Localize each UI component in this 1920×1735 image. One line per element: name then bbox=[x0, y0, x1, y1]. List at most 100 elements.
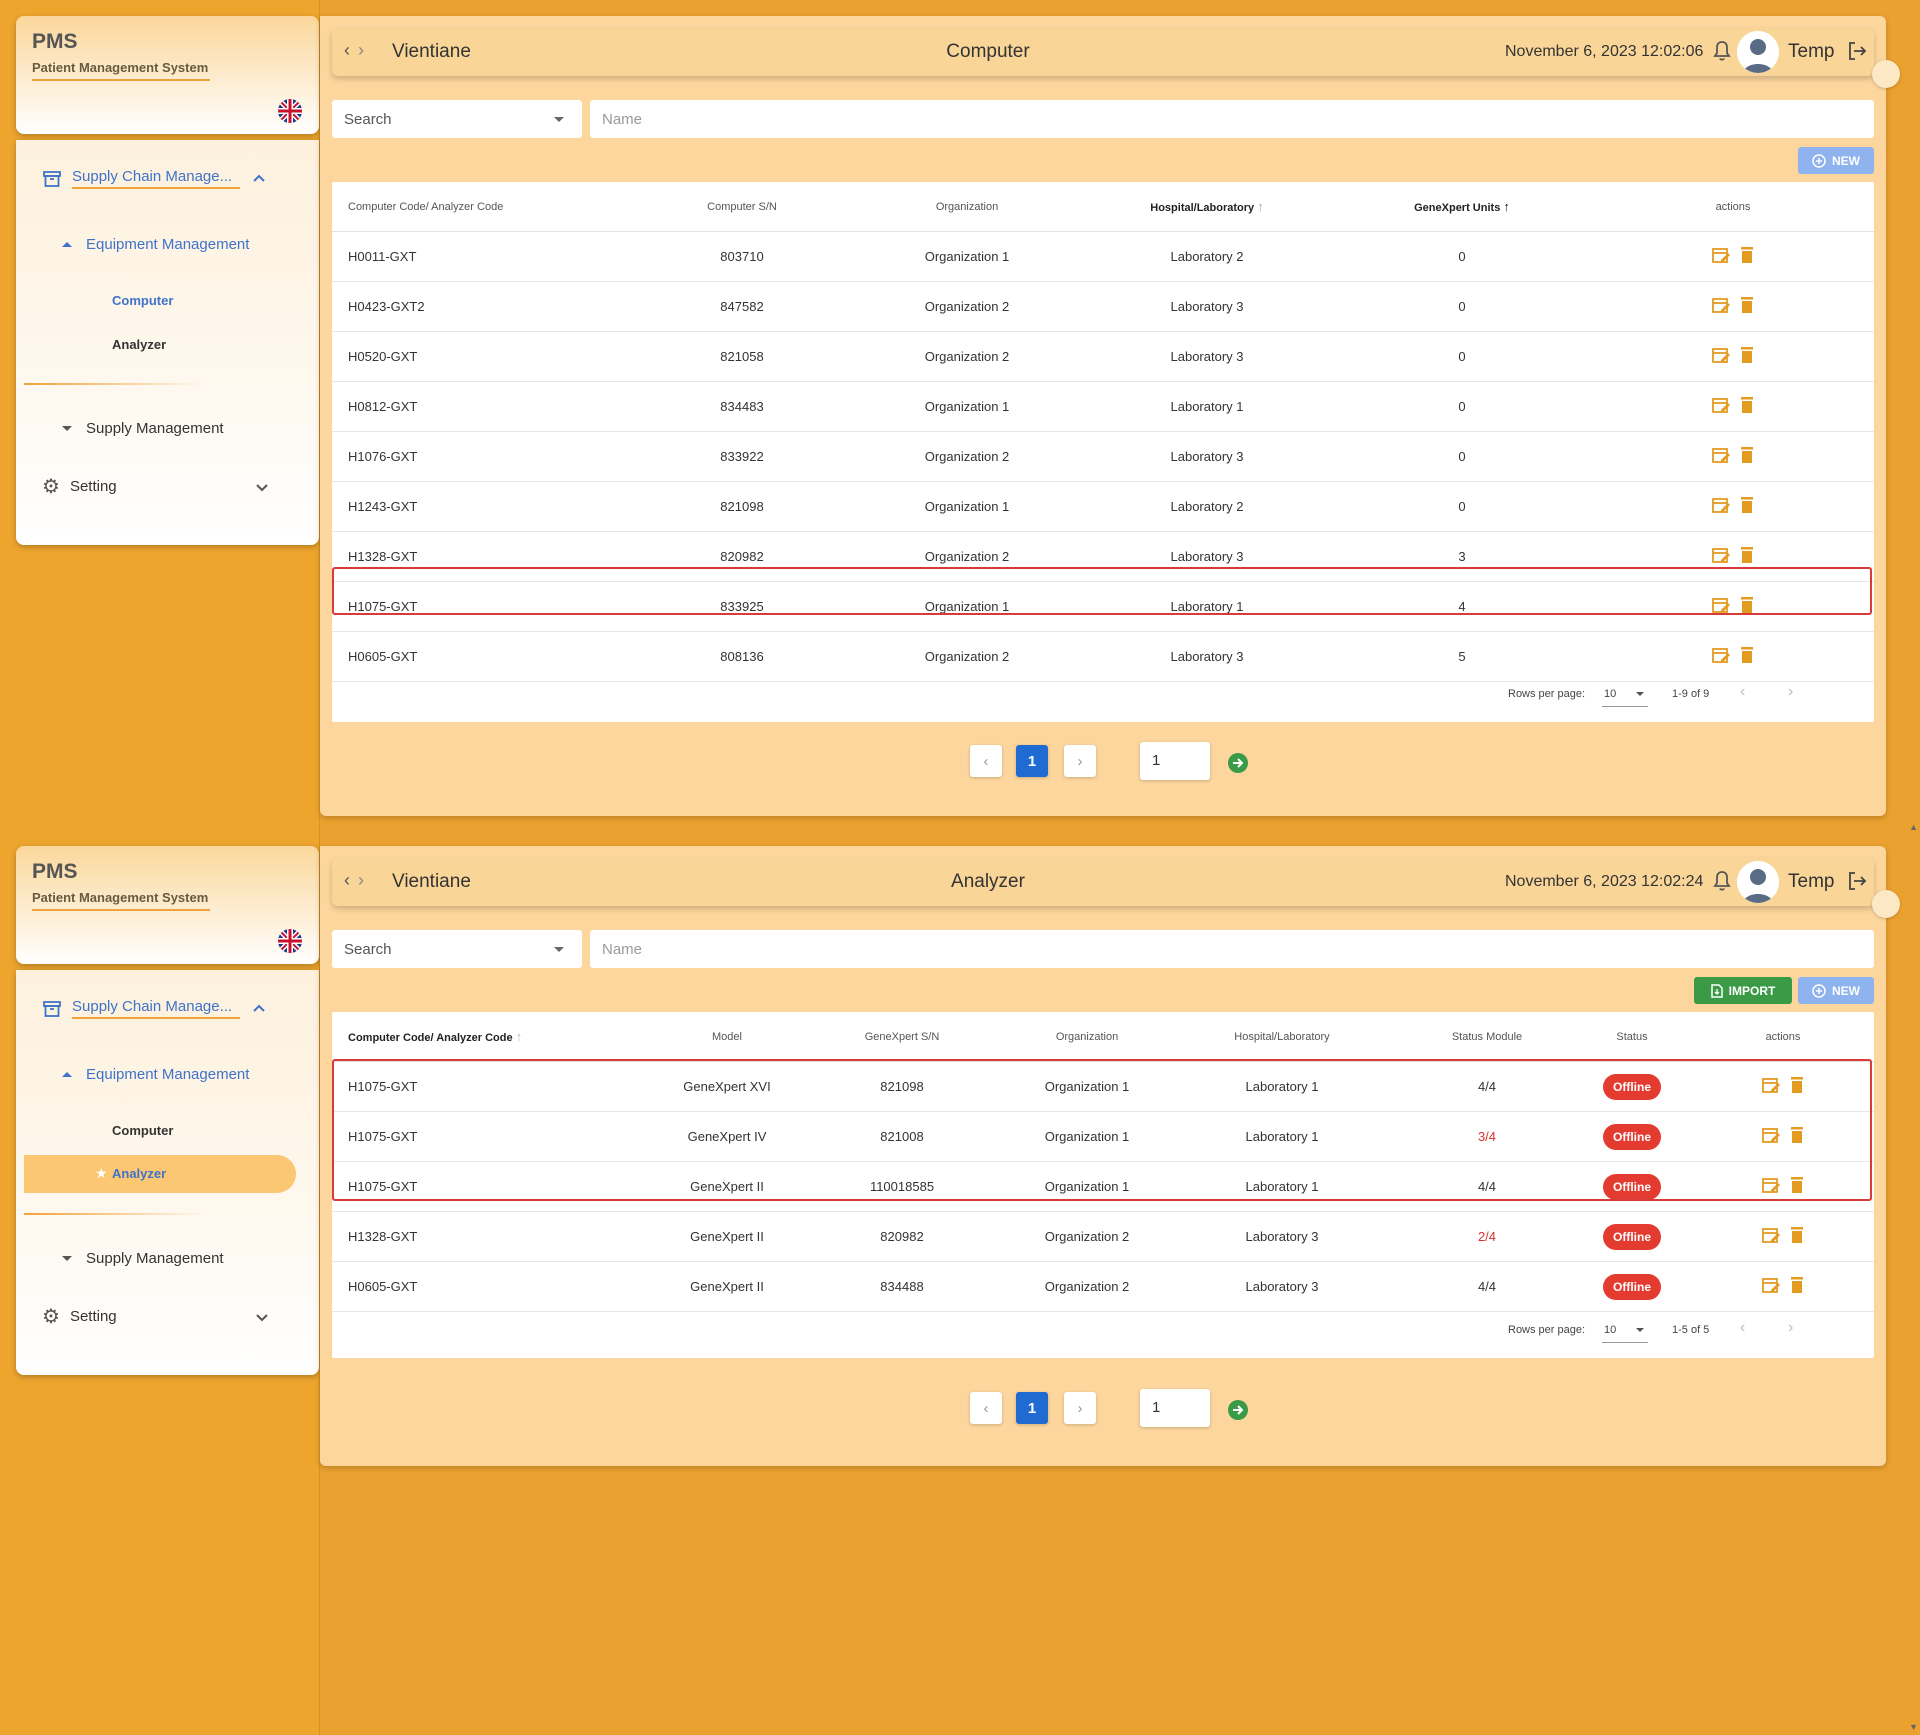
edit-icon[interactable] bbox=[1711, 645, 1731, 668]
trash-icon[interactable] bbox=[1739, 596, 1755, 617]
column-header-sorted[interactable]: Computer Code/ Analyzer Code ↑ bbox=[332, 1012, 662, 1062]
column-header[interactable]: Status Module bbox=[1402, 1012, 1572, 1062]
trash-icon[interactable] bbox=[1739, 396, 1755, 417]
column-header[interactable]: Model bbox=[662, 1012, 792, 1062]
page-jump-input[interactable]: 1 bbox=[1140, 742, 1210, 780]
bell-icon[interactable] bbox=[1712, 40, 1732, 62]
table-row[interactable]: H1075-GXT 833925 Organization 1 Laboratory … bbox=[332, 581, 1874, 632]
table-row[interactable]: H0812-GXT 834483 Organization 1 Laboratory … bbox=[332, 381, 1874, 432]
trash-icon[interactable] bbox=[1789, 1176, 1805, 1197]
sidebar-item-setting[interactable]: ⚙ Setting bbox=[42, 1304, 269, 1329]
import-button[interactable]: IMPORT bbox=[1694, 977, 1792, 1004]
scroll-down-arrow-icon[interactable]: ▼ bbox=[1909, 1722, 1918, 1732]
logout-icon[interactable] bbox=[1846, 40, 1868, 62]
sidebar-item-supply-chain[interactable]: Supply Chain Manage... bbox=[42, 998, 266, 1019]
trash-icon[interactable] bbox=[1789, 1076, 1805, 1097]
sidebar-item-equipment[interactable]: Equipment Management bbox=[62, 236, 249, 253]
table-row[interactable]: H1243-GXT 821098 Organization 1 Laboratory … bbox=[332, 481, 1874, 532]
trash-icon[interactable] bbox=[1739, 646, 1755, 667]
uk-flag-icon[interactable] bbox=[278, 99, 302, 123]
column-header[interactable]: GeneXpert S/N bbox=[792, 1012, 1012, 1062]
logout-icon[interactable] bbox=[1846, 870, 1868, 892]
name-search-input[interactable] bbox=[590, 100, 1874, 138]
pager-page-button[interactable]: 1 bbox=[1016, 745, 1048, 777]
pager-next-button[interactable]: › bbox=[1064, 745, 1096, 777]
column-header[interactable]: Status bbox=[1572, 1012, 1692, 1062]
trash-icon[interactable] bbox=[1739, 296, 1755, 317]
table-row[interactable]: H1075-GXT GeneXpert II 110018585 Organizati… bbox=[332, 1161, 1874, 1212]
sidebar-item-setting[interactable]: ⚙ Setting bbox=[42, 474, 269, 499]
trash-icon[interactable] bbox=[1739, 346, 1755, 367]
table-row[interactable]: H1328-GXT GeneXpert II 820982 Organization … bbox=[332, 1211, 1874, 1262]
column-header[interactable]: Organization bbox=[852, 182, 1082, 232]
edit-icon[interactable] bbox=[1711, 545, 1731, 568]
edit-icon[interactable] bbox=[1761, 1175, 1781, 1198]
column-header[interactable]: Hospital/Laboratory bbox=[1162, 1012, 1402, 1062]
edit-icon[interactable] bbox=[1711, 295, 1731, 318]
sidebar-item-analyzer[interactable]: Analyzer bbox=[112, 337, 166, 352]
previous-page-icon[interactable]: ‹ bbox=[1740, 1319, 1745, 1337]
side-toggle-button[interactable] bbox=[1872, 890, 1900, 918]
edit-icon[interactable] bbox=[1711, 595, 1731, 618]
column-header[interactable]: Computer S/N bbox=[632, 182, 852, 232]
edit-icon[interactable] bbox=[1711, 395, 1731, 418]
rows-per-page-select[interactable]: 10 bbox=[1602, 682, 1648, 707]
column-header[interactable]: Computer Code/ Analyzer Code bbox=[332, 182, 632, 232]
table-row[interactable]: H1075-GXT GeneXpert IV 821008 Organization … bbox=[332, 1111, 1874, 1162]
sidebar-item-supply-management[interactable]: Supply Management bbox=[62, 1250, 224, 1267]
edit-icon[interactable] bbox=[1761, 1225, 1781, 1248]
trash-icon[interactable] bbox=[1739, 446, 1755, 467]
edit-icon[interactable] bbox=[1711, 245, 1731, 268]
user-name[interactable]: Temp bbox=[1788, 41, 1834, 63]
trash-icon[interactable] bbox=[1789, 1126, 1805, 1147]
trash-icon[interactable] bbox=[1739, 546, 1755, 567]
name-search-input[interactable] bbox=[590, 930, 1874, 968]
pager-next-button[interactable]: › bbox=[1064, 1392, 1096, 1424]
trash-icon[interactable] bbox=[1739, 496, 1755, 517]
search-select[interactable]: Search bbox=[332, 100, 582, 138]
edit-icon[interactable] bbox=[1711, 445, 1731, 468]
trash-icon[interactable] bbox=[1739, 246, 1755, 267]
column-header-sorted[interactable]: GeneXpert Units ↑ bbox=[1332, 182, 1592, 232]
avatar[interactable] bbox=[1737, 31, 1779, 73]
table-row[interactable]: H1075-GXT GeneXpert XVI 821098 Organization… bbox=[332, 1061, 1874, 1112]
go-arrow-icon[interactable] bbox=[1228, 1400, 1248, 1420]
uk-flag-icon[interactable] bbox=[278, 929, 302, 953]
rows-per-page-select[interactable]: 10 bbox=[1602, 1318, 1648, 1343]
new-button[interactable]: NEW bbox=[1798, 147, 1874, 174]
side-toggle-button[interactable] bbox=[1872, 60, 1900, 88]
column-header-sorted[interactable]: Hospital/Laboratory ↑ bbox=[1082, 182, 1332, 232]
previous-page-icon[interactable]: ‹ bbox=[1740, 683, 1745, 701]
avatar[interactable] bbox=[1737, 861, 1779, 903]
user-name[interactable]: Temp bbox=[1788, 871, 1834, 893]
page-jump-input[interactable]: 1 bbox=[1140, 1389, 1210, 1427]
sidebar-item-equipment[interactable]: Equipment Management bbox=[62, 1066, 249, 1083]
sidebar-item-computer[interactable]: Computer bbox=[112, 1123, 173, 1138]
sidebar-item-supply-management[interactable]: Supply Management bbox=[62, 420, 224, 437]
edit-icon[interactable] bbox=[1711, 495, 1731, 518]
search-select[interactable]: Search bbox=[332, 930, 582, 968]
edit-icon[interactable] bbox=[1761, 1075, 1781, 1098]
pager-prev-button[interactable]: ‹ bbox=[970, 745, 1002, 777]
edit-icon[interactable] bbox=[1761, 1125, 1781, 1148]
next-page-icon[interactable]: › bbox=[1788, 1319, 1793, 1337]
table-row[interactable]: H1328-GXT 820982 Organization 2 Laboratory … bbox=[332, 531, 1874, 582]
pager-prev-button[interactable]: ‹ bbox=[970, 1392, 1002, 1424]
bell-icon[interactable] bbox=[1712, 870, 1732, 892]
edit-icon[interactable] bbox=[1761, 1275, 1781, 1298]
sidebar-item-computer[interactable]: Computer bbox=[112, 293, 173, 308]
trash-icon[interactable] bbox=[1789, 1226, 1805, 1247]
table-row[interactable]: H0423-GXT2 847582 Organization 2 Laboratory… bbox=[332, 281, 1874, 332]
go-arrow-icon[interactable] bbox=[1228, 753, 1248, 773]
pager-page-button[interactable]: 1 bbox=[1016, 1392, 1048, 1424]
column-header[interactable]: Organization bbox=[1012, 1012, 1162, 1062]
table-row[interactable]: H1076-GXT 833922 Organization 2 Laboratory … bbox=[332, 431, 1874, 482]
trash-icon[interactable] bbox=[1789, 1276, 1805, 1297]
sidebar-item-analyzer-active[interactable]: ★ Analyzer bbox=[24, 1155, 296, 1193]
sidebar-item-supply-chain[interactable]: Supply Chain Manage... bbox=[42, 168, 266, 189]
new-button[interactable]: NEW bbox=[1798, 977, 1874, 1004]
scroll-up-arrow-icon[interactable]: ▲ bbox=[1909, 822, 1918, 832]
table-row[interactable]: H0011-GXT 803710 Organization 1 Laboratory … bbox=[332, 231, 1874, 282]
edit-icon[interactable] bbox=[1711, 345, 1731, 368]
next-page-icon[interactable]: › bbox=[1788, 683, 1793, 701]
